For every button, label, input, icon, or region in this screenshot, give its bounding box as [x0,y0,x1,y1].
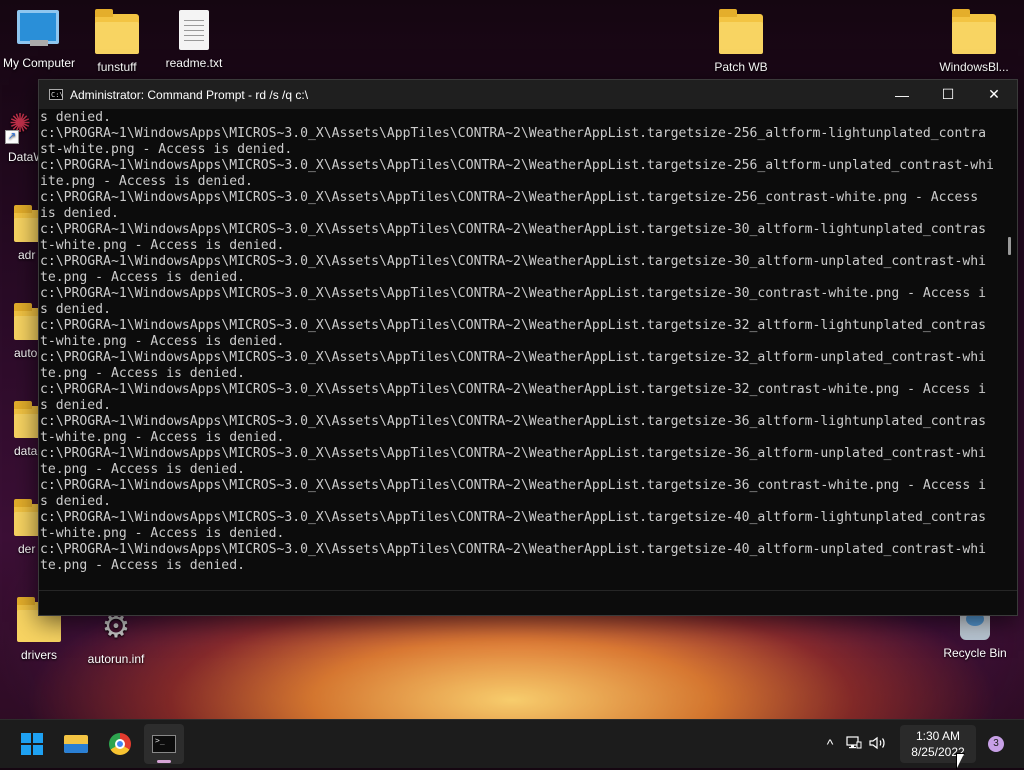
console-line: te.png - Access is denied. [40,558,245,573]
desktop-icon-label: Patch WB [714,60,768,74]
text-file-icon [172,10,216,50]
start-button[interactable] [12,724,52,764]
console-line: s denied. [40,110,111,125]
window-title: Administrator: Command Prompt - rd /s /q… [70,87,309,102]
console-line: t-white.png - Access is denied. [40,334,285,349]
vertical-scrollbar[interactable] [1001,109,1017,591]
desktop-icon-patch-wb[interactable]: Patch WB [699,9,783,74]
desktop-icon-windowsbl[interactable]: WindowsBl... [932,9,1016,74]
taskbar: >_ ^ 1:30 AM 8/25/2022 3 [0,719,1024,768]
console-line: c:\PROGRA~1\WindowsApps\MICROS~3.0_X\Ass… [40,126,986,141]
desktop-icon-label: readme.txt [165,56,223,70]
shortcut-arrow-icon: ↗ [5,130,19,144]
console-line: te.png - Access is denied. [40,462,245,477]
notification-badge[interactable]: 3 [988,736,1004,752]
console-line: te.png - Access is denied. [40,270,245,285]
desktop-icon-label: WindowsBl... [939,60,1009,74]
desktop-icon-funstuff[interactable]: funstuff [75,9,159,74]
console-line: c:\PROGRA~1\WindowsApps\MICROS~3.0_X\Ass… [40,318,986,333]
console-line: c:\PROGRA~1\WindowsApps\MICROS~3.0_X\Ass… [40,286,986,301]
volume-icon[interactable] [866,736,890,753]
console-line: te.png - Access is denied. [40,366,245,381]
console-line: st-white.png - Access is denied. [40,142,293,157]
shortcut-icon: ✺ ↗ [5,108,35,144]
folder-icon [719,9,763,54]
close-button[interactable]: ✕ [971,80,1017,109]
console-line: c:\PROGRA~1\WindowsApps\MICROS~3.0_X\Ass… [40,510,986,525]
minimize-button[interactable]: — [879,80,925,109]
terminal-icon: >_ [152,735,176,753]
clock-time: 1:30 AM [915,729,961,743]
console-line: s denied. [40,302,111,317]
console-line: c:\PROGRA~1\WindowsApps\MICROS~3.0_X\Ass… [40,446,986,461]
maximize-button[interactable]: ☐ [925,80,971,109]
console-line: c:\PROGRA~1\WindowsApps\MICROS~3.0_X\Ass… [40,382,986,397]
chrome-icon [109,733,131,755]
horizontal-scrollbar[interactable] [39,590,1017,615]
desktop-icon-readme[interactable]: readme.txt [152,10,236,70]
terminal-button[interactable]: >_ [144,724,184,764]
desktop-icon-label: funstuff [97,60,137,74]
console-line: c:\PROGRA~1\WindowsApps\MICROS~3.0_X\Ass… [40,190,979,205]
desktop-icon-my-computer[interactable]: My Computer [0,10,81,70]
console-line: c:\PROGRA~1\WindowsApps\MICROS~3.0_X\Ass… [40,478,986,493]
console-line: c:\PROGRA~1\WindowsApps\MICROS~3.0_X\Ass… [40,414,986,429]
console-line: c:\PROGRA~1\WindowsApps\MICROS~3.0_X\Ass… [40,542,986,557]
mouse-cursor-fill [957,754,964,768]
desktop-icon-label: Recycle Bin [943,646,1007,660]
console-line: ite.png - Access is denied. [40,174,253,189]
console-output[interactable]: s denied. c:\PROGRA~1\WindowsApps\MICROS~… [39,109,1001,591]
scrollbar-thumb[interactable] [1008,237,1011,255]
desktop-icon-label: drivers [20,648,57,662]
folder-icon [952,9,996,54]
network-icon[interactable] [842,735,866,753]
file-explorer-button[interactable] [56,724,96,764]
title-bar[interactable]: C:\ Administrator: Command Prompt - rd /… [39,80,1017,109]
console-line: c:\PROGRA~1\WindowsApps\MICROS~3.0_X\Ass… [40,350,986,365]
console-line: t-white.png - Access is denied. [40,526,285,541]
console-line: c:\PROGRA~1\WindowsApps\MICROS~3.0_X\Ass… [40,254,986,269]
windows-logo-icon [21,733,43,755]
chrome-button[interactable] [100,724,140,764]
command-prompt-icon: C:\ [49,89,64,100]
file-explorer-icon [64,735,88,753]
console-line: t-white.png - Access is denied. [40,430,285,445]
command-prompt-window[interactable]: C:\ Administrator: Command Prompt - rd /… [38,79,1018,616]
console-line: t-white.png - Access is denied. [40,238,285,253]
monitor-icon [17,10,61,50]
folder-icon [95,9,139,54]
console-line: s denied. [40,398,111,413]
system-tray: ^ 1:30 AM 8/25/2022 3 [818,720,1024,768]
desktop-icon-label: autorun.inf [87,652,145,666]
console-line: is denied. [40,206,119,221]
console-line: c:\PROGRA~1\WindowsApps\MICROS~3.0_X\Ass… [40,158,994,173]
show-hidden-icons-chevron-icon[interactable]: ^ [818,736,842,752]
console-line: c:\PROGRA~1\WindowsApps\MICROS~3.0_X\Ass… [40,222,986,237]
console-line: s denied. [40,494,111,509]
desktop-icon-label: My Computer [2,56,76,70]
